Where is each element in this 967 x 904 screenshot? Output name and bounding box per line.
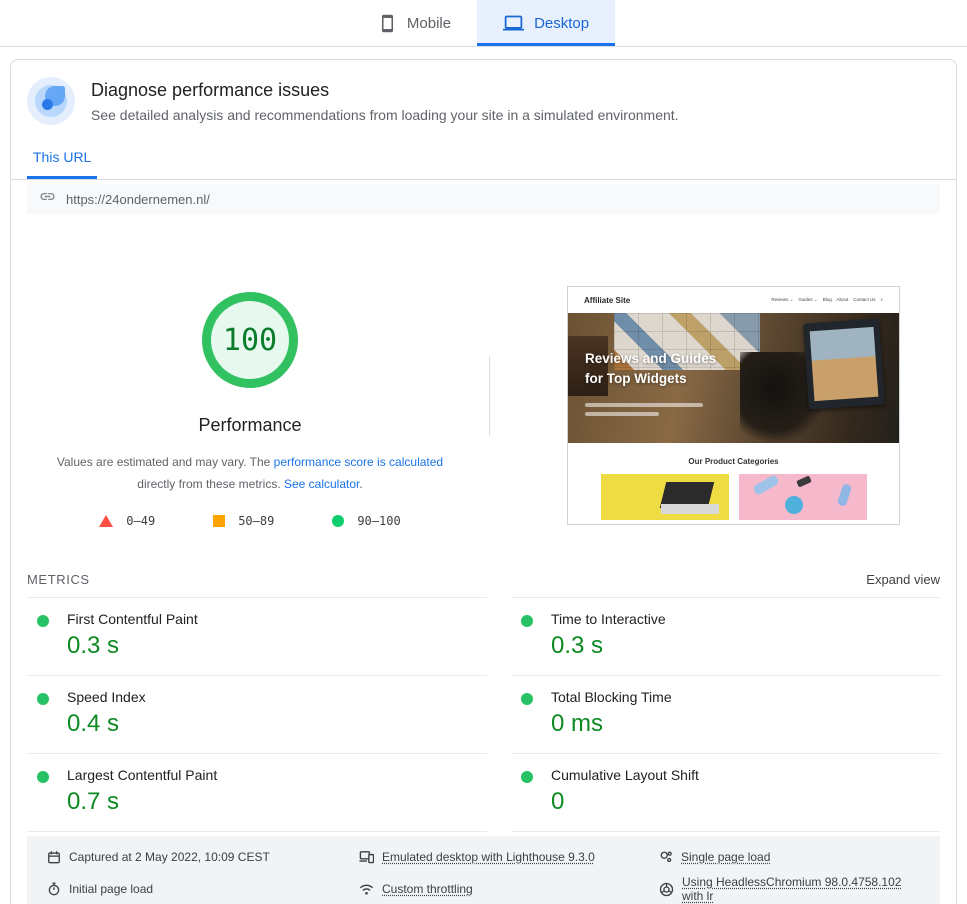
calendar-icon	[47, 850, 61, 864]
mobile-phone-icon	[378, 14, 397, 33]
lighthouse-compass-icon	[27, 77, 75, 125]
see-calculator-link[interactable]: See calculator	[284, 477, 359, 491]
single-page-load: Single page load	[659, 849, 920, 864]
performance-gauge: 100	[202, 292, 298, 388]
performance-label: Performance	[198, 415, 302, 435]
tab-desktop[interactable]: Desktop	[477, 0, 616, 46]
metric-pass-icon	[37, 615, 49, 628]
devices-icon	[359, 849, 374, 864]
url-tab-row: This URL	[11, 125, 956, 180]
tab-mobile-label: Mobile	[406, 14, 452, 32]
metrics-heading: METRICS	[27, 572, 90, 588]
average-square-icon	[213, 515, 226, 528]
metric-row-tbt: Total Blocking Time 0 ms	[511, 676, 940, 755]
metric-pass-icon	[521, 771, 533, 784]
card-header: Diagnose performance issues See detailed…	[11, 60, 956, 125]
legend-average-range: 50–89	[238, 514, 275, 529]
initial-page-load: Initial page load	[47, 875, 359, 903]
custom-throttling: Custom throttling	[359, 875, 659, 903]
site-screenshot-thumbnail: Affiliate Site Reviews ⌄ Guides ⌄ Blog A…	[567, 286, 900, 525]
thumb-hero-title: Reviews and Guides for Top Widgets	[585, 351, 717, 387]
legend-pass: 90–100	[332, 514, 401, 529]
legend-pass-range: 90–100	[357, 514, 401, 529]
thumb-site-title: Affiliate Site	[584, 295, 631, 305]
chromium-version: Using HeadlessChromium 98.0.4758.102 wit…	[659, 875, 920, 903]
url-bar: https://24ondernemen.nl/	[27, 184, 940, 214]
pass-circle-icon	[332, 515, 345, 528]
score-disclaimer: Values are estimated and may vary. The p…	[56, 455, 444, 492]
metrics-grid: First Contentful Paint 0.3 s Speed Index…	[27, 597, 940, 833]
thumb-hero-image: Reviews and Guides for Top Widgets	[568, 313, 899, 443]
tab-this-url[interactable]: This URL	[27, 149, 98, 179]
stopwatch-icon	[47, 882, 61, 896]
thumb-site-nav: Reviews ⌄ Guides ⌄ Blog About Contact Us…	[771, 297, 883, 302]
capture-environment-footer: Captured at 2 May 2022, 10:09 CEST Emula…	[27, 836, 940, 904]
metric-pass-icon	[37, 693, 49, 706]
expand-view-button[interactable]: Expand view	[866, 572, 940, 587]
score-calc-link[interactable]: performance score is calculated	[274, 455, 443, 469]
metric-pass-icon	[521, 615, 533, 628]
link-icon	[39, 188, 56, 210]
page-title: Diagnose performance issues	[91, 80, 330, 100]
thumb-section-title: Our Product Categories	[688, 457, 779, 466]
metric-pass-icon	[37, 771, 49, 784]
tab-mobile[interactable]: Mobile	[352, 0, 477, 46]
captured-at: Captured at 2 May 2022, 10:09 CEST	[47, 849, 359, 864]
metric-row-fcp: First Contentful Paint 0.3 s	[27, 598, 487, 677]
thumb-category-card-gadgets	[738, 474, 867, 520]
metric-row-cls: Cumulative Layout Shift 0	[511, 754, 940, 833]
metric-pass-icon	[521, 693, 533, 706]
metric-row-speed-index: Speed Index 0.4 s	[27, 676, 487, 755]
performance-score: 100	[222, 322, 278, 358]
thumb-category-card-laptops	[600, 474, 729, 520]
page-load-molecule-icon	[659, 850, 673, 864]
score-legend: 0–49 50–89 90–100	[99, 514, 401, 529]
legend-average: 50–89	[213, 514, 274, 528]
network-throttling-icon	[359, 882, 374, 897]
page-subtitle: See detailed analysis and recommendation…	[91, 107, 679, 123]
vertical-divider	[489, 356, 490, 436]
legend-fail: 0–49	[99, 514, 155, 528]
device-tabbar: Mobile Desktop	[0, 0, 967, 47]
emulated-device: Emulated desktop with Lighthouse 9.3.0	[359, 849, 659, 864]
fail-triangle-icon	[99, 515, 114, 528]
performance-section: 100 Performance Values are estimated and…	[11, 286, 956, 528]
analyzed-url: https://24ondernemen.nl/	[66, 191, 210, 207]
metric-row-tti: Time to Interactive 0.3 s	[511, 598, 940, 677]
metric-row-lcp: Largest Contentful Paint 0.7 s	[27, 754, 487, 833]
desktop-laptop-icon	[503, 13, 525, 34]
metrics-header: METRICS Expand view	[27, 572, 940, 587]
legend-fail-range: 0–49	[126, 514, 156, 529]
tab-desktop-label: Desktop	[534, 14, 590, 32]
chromium-icon	[659, 882, 674, 897]
diagnose-card: Diagnose performance issues See detailed…	[10, 59, 957, 904]
